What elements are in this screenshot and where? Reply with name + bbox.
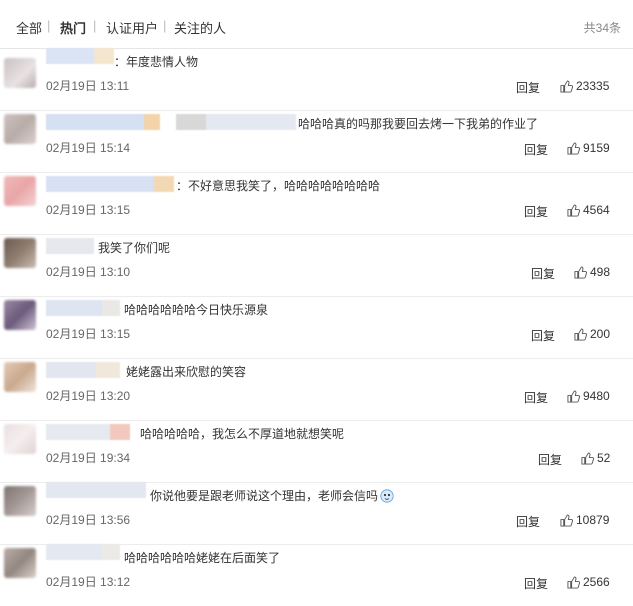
like-count: 9159 — [583, 141, 610, 155]
comment-time: 02月19日 15:14 — [46, 141, 131, 155]
thumbs-up-icon — [560, 513, 573, 527]
comment-text: 我笑了你们呢 — [98, 241, 171, 255]
username-blurred[interactable] — [46, 48, 114, 64]
thumbs-up-icon — [567, 575, 580, 589]
like-button[interactable]: 52 — [581, 451, 610, 465]
thumbs-up-icon — [567, 141, 580, 155]
comment-item: ：年度悲情人物 02月19日 13:11 回复 23335 — [0, 48, 633, 111]
like-count: 4564 — [583, 203, 610, 217]
username-blurred[interactable] — [46, 482, 146, 498]
avatar[interactable] — [4, 58, 36, 88]
reply-button[interactable]: 回复 — [531, 327, 555, 344]
comment-time: 02月19日 13:20 — [46, 389, 131, 403]
like-count: 498 — [590, 265, 611, 279]
reply-button[interactable]: 回复 — [516, 513, 540, 530]
reply-button[interactable]: 回复 — [538, 451, 562, 468]
comment-text: 哈哈哈真的吗那我要回去烤一下我弟的作业了 — [298, 117, 539, 131]
reply-button[interactable]: 回复 — [524, 389, 548, 406]
like-count: 23335 — [576, 79, 610, 93]
comment-item: 我笑了你们呢 02月19日 13:10 回复 498 — [0, 234, 633, 297]
thumbs-up-icon — [567, 203, 580, 217]
avatar[interactable] — [4, 548, 36, 578]
tab-following[interactable]: 关注的人 — [174, 18, 226, 37]
username-blurred[interactable] — [46, 424, 130, 440]
comment-item: 你说他要是跟老师说这个理由，老师会信吗 02月19日 13:56 回复 1087… — [0, 482, 633, 545]
thumbs-up-icon — [574, 265, 587, 279]
tab-divider: | — [93, 18, 97, 33]
comment-text: 哈哈哈哈哈哈姥姥在后面笑了 — [124, 551, 281, 565]
thumbs-up-icon — [581, 451, 594, 465]
like-button[interactable]: 9159 — [567, 141, 610, 155]
tab-hot[interactable]: 热门 — [60, 18, 86, 37]
comment-item: 哈哈哈哈哈，我怎么不厚道地就想笑呢 02月19日 19:34 回复 52 — [0, 420, 633, 483]
username-blurred[interactable] — [46, 238, 94, 254]
reply-button[interactable]: 回复 — [516, 79, 540, 96]
username-blurred[interactable] — [46, 176, 174, 192]
thumbs-up-icon — [560, 79, 573, 93]
like-button[interactable]: 2566 — [567, 575, 610, 589]
comment-time: 02月19日 13:11 — [46, 79, 130, 93]
like-button[interactable]: 4564 — [567, 203, 610, 217]
like-count: 10879 — [576, 513, 610, 527]
comment-time: 02月19日 13:10 — [46, 265, 131, 279]
avatar[interactable] — [4, 486, 36, 516]
username-blurred[interactable] — [46, 300, 120, 316]
like-button[interactable]: 498 — [574, 265, 610, 279]
like-button[interactable]: 10879 — [560, 513, 609, 527]
comment-item: 哈哈哈真的吗那我要回去烤一下我弟的作业了 02月19日 15:14 回复 915… — [0, 110, 633, 173]
comment-time: 02月19日 19:34 — [46, 451, 131, 465]
avatar[interactable] — [4, 176, 36, 206]
avatar[interactable] — [4, 300, 36, 330]
like-count: 52 — [597, 451, 611, 465]
tab-divider: | — [163, 18, 167, 33]
like-button[interactable]: 23335 — [560, 79, 609, 93]
comment-item: 哈哈哈哈哈哈今日快乐源泉 02月19日 13:15 回复 200 — [0, 296, 633, 359]
comment-total-count: 共34条 — [583, 21, 621, 35]
username-blurred[interactable] — [46, 114, 296, 130]
reply-button[interactable]: 回复 — [524, 141, 548, 158]
like-count: 200 — [590, 327, 611, 341]
tab-all[interactable]: 全部 — [16, 18, 42, 37]
like-count: 2566 — [583, 575, 610, 589]
comment-item: 姥姥露出来欣慰的笑容 02月19日 13:20 回复 9480 — [0, 358, 633, 421]
comment-text: 哈哈哈哈哈哈今日快乐源泉 — [124, 303, 269, 317]
comment-filter-tabs: 全部 | 热门 | 认证用户 | 关注的人 共34条 — [0, 0, 633, 49]
comment-item: 哈哈哈哈哈哈姥姥在后面笑了 02月19日 13:12 回复 2566 — [0, 544, 633, 606]
comment-text: 哈哈哈哈哈，我怎么不厚道地就想笑呢 — [140, 427, 345, 441]
comment-text: ：年度悲情人物 — [114, 55, 199, 69]
comment-time: 02月19日 13:15 — [46, 203, 131, 217]
avatar[interactable] — [4, 238, 36, 268]
thumbs-up-icon — [567, 389, 580, 403]
username-blurred[interactable] — [46, 544, 120, 560]
comment-time: 02月19日 13:12 — [46, 575, 131, 589]
reply-button[interactable]: 回复 — [524, 203, 548, 220]
avatar[interactable] — [4, 362, 36, 392]
emoji-icon — [380, 489, 394, 503]
avatar[interactable] — [4, 424, 36, 454]
comment-time: 02月19日 13:15 — [46, 327, 131, 341]
reply-button[interactable]: 回复 — [524, 575, 548, 592]
comment-text: ：不好意思我笑了，哈哈哈哈哈哈哈哈 — [176, 179, 381, 193]
reply-button[interactable]: 回复 — [531, 265, 555, 282]
like-count: 9480 — [583, 389, 610, 403]
comment-time: 02月19日 13:56 — [46, 513, 131, 527]
avatar[interactable] — [4, 114, 36, 144]
tab-verified-users[interactable]: 认证用户 — [106, 18, 158, 37]
like-button[interactable]: 200 — [574, 327, 610, 341]
comment-text: 姥姥露出来欣慰的笑容 — [126, 365, 247, 379]
comment-text: 你说他要是跟老师说这个理由，老师会信吗 — [150, 487, 394, 504]
tab-divider: | — [47, 18, 51, 33]
like-button[interactable]: 9480 — [567, 389, 610, 403]
comment-item: ：不好意思我笑了，哈哈哈哈哈哈哈哈 02月19日 13:15 回复 4564 — [0, 172, 633, 235]
thumbs-up-icon — [574, 327, 587, 341]
username-blurred[interactable] — [46, 362, 120, 378]
